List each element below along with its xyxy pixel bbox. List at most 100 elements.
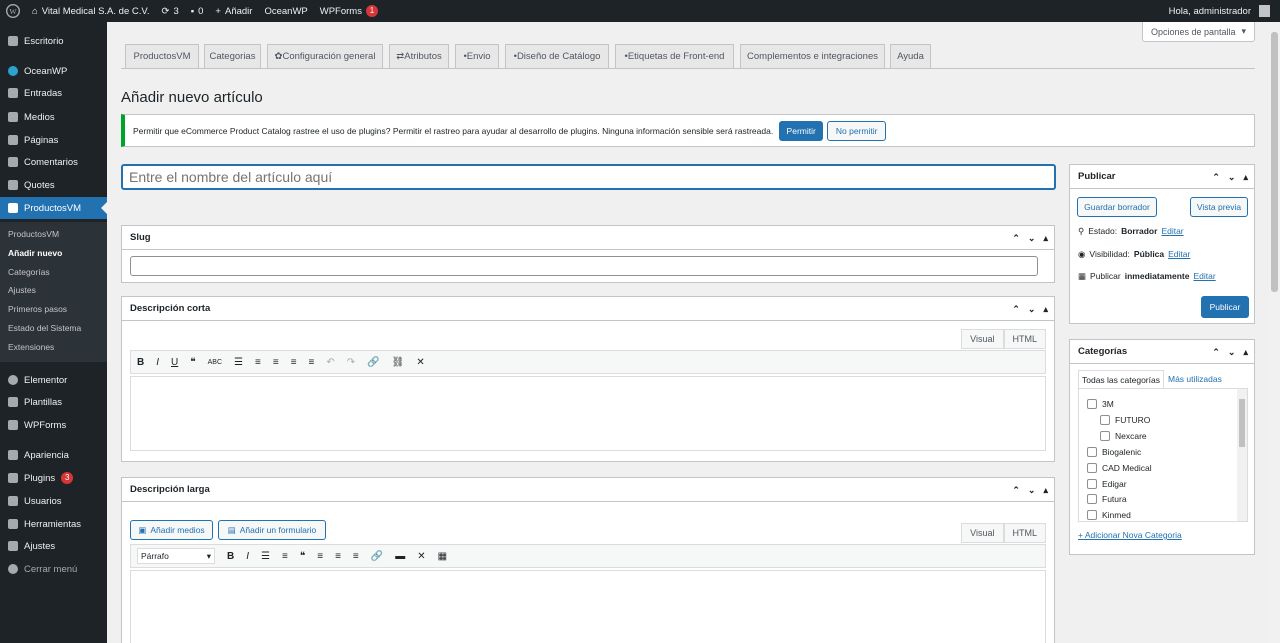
italic-icon[interactable]: I — [156, 357, 159, 368]
tab-envio[interactable]: • Envio — [455, 44, 499, 68]
category-item[interactable]: Nexcare — [1100, 431, 1147, 441]
category-item[interactable]: Biogalenic — [1087, 447, 1141, 457]
sidebar-item-productosvm[interactable]: ProductosVM — [0, 197, 107, 219]
slug-input[interactable] — [130, 256, 1038, 276]
link-icon[interactable]: 🔗 — [367, 357, 379, 368]
bold-icon[interactable]: B — [227, 551, 234, 562]
screen-options-button[interactable]: Opciones de pantalla ▾ — [1142, 22, 1255, 42]
chevron-down-icon[interactable]: ⌄ — [1028, 304, 1036, 315]
tab-diseno[interactable]: • Diseño de Catálogo — [505, 44, 609, 68]
tab-configuracion[interactable]: ✿ Configuración general — [267, 44, 383, 68]
edit-status-link[interactable]: Editar — [1161, 226, 1183, 237]
category-item[interactable]: Edigar — [1087, 479, 1127, 489]
redo-icon[interactable]: ↷ — [347, 357, 355, 368]
tab-etiquetas[interactable]: • Etiquetas de Front-end — [615, 44, 734, 68]
numbered-list-icon[interactable]: ≡ — [255, 357, 261, 368]
tab-complementos[interactable]: Complementos e integraciones — [740, 44, 885, 68]
checkbox[interactable] — [1100, 431, 1110, 441]
preview-button[interactable]: Vista previa — [1190, 197, 1248, 217]
quote-icon[interactable]: ❝ — [300, 551, 305, 562]
add-new-category-link[interactable]: + Adicionar Nova Categoria — [1078, 530, 1182, 540]
submenu-item-extensiones[interactable]: Extensiones — [8, 342, 54, 352]
edit-schedule-link[interactable]: Editar — [1193, 271, 1215, 282]
sidebar-item-oceanwp[interactable]: OceanWP — [0, 60, 107, 82]
wpforms-link[interactable]: WPForms 1 — [314, 0, 384, 22]
publish-button[interactable]: Publicar — [1201, 296, 1249, 318]
align-left-icon[interactable]: ≡ — [273, 357, 279, 368]
comments-link[interactable]: ▪ 0 — [185, 0, 210, 22]
link-icon[interactable]: 🔗 — [371, 551, 383, 562]
sidebar-item-medios[interactable]: Medios — [0, 106, 107, 128]
sidebar-item-plugins[interactable]: Plugins 3 — [0, 467, 107, 489]
sidebar-item-comentarios[interactable]: Comentarios — [0, 151, 107, 173]
account-link[interactable]: Hola, administrador — [1163, 0, 1280, 22]
align-center-icon[interactable]: ≡ — [335, 551, 341, 562]
category-item[interactable]: 3M — [1087, 399, 1114, 409]
submenu-item-ajustes[interactable]: Ajustes — [8, 285, 36, 295]
bulleted-list-icon[interactable]: ☰ — [261, 551, 270, 562]
checkbox[interactable] — [1087, 399, 1097, 409]
bold-icon[interactable]: B — [137, 357, 144, 368]
new-content-link[interactable]: + Añadir — [209, 0, 258, 22]
fullscreen-icon[interactable]: ✕ — [417, 551, 425, 562]
checkbox[interactable] — [1087, 463, 1097, 473]
tab-atributos[interactable]: ⇄ Atributos — [389, 44, 449, 68]
chevron-up-icon[interactable]: ⌃ — [1212, 172, 1220, 183]
checkbox[interactable] — [1087, 447, 1097, 457]
align-right-icon[interactable]: ≡ — [309, 357, 315, 368]
submenu-item-productosvm[interactable]: ProductosVM — [8, 229, 59, 239]
title-input[interactable] — [121, 164, 1056, 190]
caret-up-icon[interactable]: ▴ — [1043, 233, 1048, 244]
add-form-button[interactable]: ▤ Añadir un formulario — [218, 520, 326, 540]
sidebar-item-entradas[interactable]: Entradas — [0, 82, 107, 104]
oceanwp-link[interactable]: OceanWP — [258, 0, 313, 22]
align-left-icon[interactable]: ≡ — [317, 551, 323, 562]
read-more-icon[interactable]: ▬ — [395, 551, 405, 562]
underline-icon[interactable]: U — [171, 357, 178, 368]
sidebar-item-elementor[interactable]: Elementor — [0, 369, 107, 391]
chevron-down-icon[interactable]: ⌄ — [1228, 172, 1236, 183]
chevron-down-icon[interactable]: ⌄ — [1028, 485, 1036, 496]
chevron-up-icon[interactable]: ⌃ — [1012, 233, 1020, 244]
italic-icon[interactable]: I — [246, 551, 249, 562]
chevron-up-icon[interactable]: ⌃ — [1012, 485, 1020, 496]
unlink-icon[interactable]: ⛓ — [392, 357, 405, 368]
caret-up-icon[interactable]: ▴ — [1243, 347, 1248, 358]
align-right-icon[interactable]: ≡ — [353, 551, 359, 562]
caret-up-icon[interactable]: ▴ — [1243, 172, 1248, 183]
tab-categorias[interactable]: Categorias — [204, 44, 261, 68]
tab-ayuda[interactable]: Ayuda — [890, 44, 931, 68]
strikethrough-icon[interactable]: ABC — [208, 359, 222, 366]
undo-icon[interactable]: ↶ — [326, 357, 334, 368]
sidebar-item-ajustes[interactable]: Ajustes — [0, 535, 107, 557]
checkbox[interactable] — [1087, 479, 1097, 489]
align-center-icon[interactable]: ≡ — [291, 357, 297, 368]
sidebar-item-paginas[interactable]: Páginas — [0, 129, 107, 151]
html-tab[interactable]: HTML — [1003, 523, 1046, 543]
category-scrollbar[interactable] — [1237, 389, 1247, 521]
edit-visibility-link[interactable]: Editar — [1168, 249, 1190, 260]
caret-up-icon[interactable]: ▴ — [1043, 485, 1048, 496]
tab-all-categories[interactable]: Todas las categorías — [1078, 370, 1164, 388]
numbered-list-icon[interactable]: ≡ — [282, 551, 288, 562]
bulleted-list-icon[interactable]: ☰ — [234, 357, 243, 368]
submenu-item-add-new[interactable]: Añadir nuevo — [8, 248, 62, 258]
long-description-editor[interactable] — [130, 570, 1046, 643]
short-description-editor[interactable] — [130, 376, 1046, 451]
visual-tab[interactable]: Visual — [961, 523, 1004, 543]
chevron-up-icon[interactable]: ⌃ — [1212, 347, 1220, 358]
category-item[interactable]: Kinmed — [1087, 510, 1131, 520]
quote-icon[interactable]: ❝ — [190, 357, 195, 368]
save-draft-button[interactable]: Guardar borrador — [1077, 197, 1157, 217]
sidebar-item-usuarios[interactable]: Usuarios — [0, 490, 107, 512]
html-tab[interactable]: HTML — [1003, 329, 1046, 349]
site-name-link[interactable]: ⌂ Vital Medical S.A. de C.V. — [26, 0, 155, 22]
updates-link[interactable]: ⟳ 3 — [155, 0, 184, 22]
category-item[interactable]: Futura — [1087, 494, 1127, 504]
visual-tab[interactable]: Visual — [961, 329, 1004, 349]
add-media-button[interactable]: ▣ Añadir medios — [130, 520, 213, 540]
checkbox[interactable] — [1087, 510, 1097, 520]
sidebar-item-herramientas[interactable]: Herramientas — [0, 513, 107, 535]
category-item[interactable]: FUTURO — [1100, 415, 1150, 425]
deny-button[interactable]: No permitir — [827, 120, 887, 141]
